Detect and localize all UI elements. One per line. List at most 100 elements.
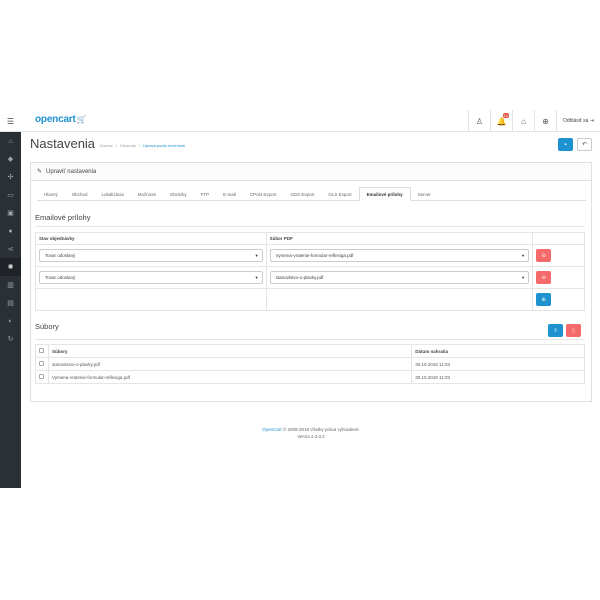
row-checkbox[interactable] <box>39 374 44 379</box>
select-all-checkbox[interactable] <box>39 348 44 353</box>
tab-store[interactable]: Obchod <box>65 187 95 201</box>
cart-icon[interactable]: ▣ <box>0 204 21 222</box>
shield-icon[interactable]: ◐ <box>0 312 21 330</box>
upload-date: 30.10.2018 11:03 <box>411 357 585 371</box>
table-row: ⊕ <box>35 288 585 311</box>
section-divider <box>35 226 585 227</box>
files-table: Súbory Dátum nahratia stanovlstvo-o-plav… <box>35 344 585 384</box>
tab-cpost-export[interactable]: CPost Export <box>243 187 284 201</box>
copyright-line: OpenCart © 2009-2018 Všetky práva vyhrad… <box>200 426 422 433</box>
breadcrumb-current[interactable]: Úprava podla Inventosti <box>143 143 185 148</box>
chevron-down-icon: ▼ <box>521 275 526 280</box>
tab-gls-export[interactable]: GLS Export <box>321 187 358 201</box>
page-footer: OpenCart © 2009-2018 Všetky práva vyhrad… <box>200 426 422 440</box>
tab-email[interactable]: E-mail <box>216 187 243 201</box>
sign-out-icon: ⇥ <box>589 118 595 124</box>
select-value: Tovar odoslaný <box>45 253 76 258</box>
credit-card-icon[interactable]: ▤ <box>0 294 21 312</box>
chevron-down-icon: ▼ <box>254 253 259 258</box>
select-value: Tovar odoslaný <box>45 275 76 280</box>
logo-text: opencart <box>35 114 76 125</box>
tab-general[interactable]: Hlavný <box>37 187 65 201</box>
user-icon[interactable]: ● <box>0 222 21 240</box>
chevron-down-icon: ▼ <box>254 275 259 280</box>
save-icon: ▪ <box>564 141 567 148</box>
notification-badge: 10 <box>502 113 509 118</box>
logout-label: Odhlásiť sa <box>562 118 589 124</box>
remove-row-button[interactable]: ⊖ <box>536 249 552 262</box>
table-row: Vymena-vratenie-formular-reflexiga.pdf 3… <box>35 370 585 384</box>
upload-button[interactable]: ⇪ <box>548 324 563 337</box>
home-icon[interactable]: ⌂ <box>512 110 534 132</box>
help-lifebuoy-icon[interactable]: ⊕ <box>534 110 556 132</box>
cart-logo-icon: 🛒 <box>76 115 87 124</box>
select-value: Vymena-vratenie-formular-reflexiga.pdf <box>275 253 354 258</box>
tag-icon[interactable]: ◆ <box>0 150 21 168</box>
add-row-button[interactable]: ⊕ <box>536 293 552 306</box>
back-button[interactable]: ↶ <box>577 138 592 151</box>
tab-ftp[interactable]: FTP <box>194 187 217 201</box>
col-actions <box>532 232 585 245</box>
puzzle-icon[interactable]: ✣ <box>0 168 21 186</box>
upload-date: 30.10.2018 11:03 <box>411 370 585 384</box>
select-value: stanovlstvo-o-plavky.pdf <box>275 275 324 280</box>
files-section-title: Súbory <box>35 322 59 331</box>
file-name: Vymena-vratenie-formular-reflexiga.pdf <box>47 370 413 384</box>
settings-tabs: Hlavný Obchod Lokalizácia Možnosti Obráz… <box>37 187 586 201</box>
header-toolbar: ♙ 🔔 10 ⌂ ⊕ Odhlásiť sa ⇥ <box>468 110 600 132</box>
opencart-link[interactable]: OpenCart <box>262 427 282 432</box>
save-button[interactable]: ▪ <box>558 138 573 151</box>
copyright-text: © 2009-2018 Všetky práva vyhradené. <box>282 427 360 432</box>
panel-heading-text: Upraviť nastavenia <box>46 168 97 175</box>
refresh-icon[interactable]: ↻ <box>0 330 21 348</box>
tab-options[interactable]: Možnosti <box>131 187 163 201</box>
reply-arrow-icon: ↶ <box>581 142 588 148</box>
attachments-section-title: Emailové prílohy <box>35 213 91 222</box>
table-row: Tovar odoslaný ▼ Vymena-vratenie-formular… <box>35 244 585 267</box>
tab-email-attachments[interactable]: Emailové prílohy <box>358 187 411 201</box>
upload-icon: ⇪ <box>553 327 558 334</box>
trash-icon: ▯ <box>572 327 575 334</box>
user-profile-icon[interactable]: ♙ <box>468 110 490 132</box>
opencart-logo[interactable]: opencart🛒 <box>35 114 87 125</box>
breadcrumb-separator: / <box>138 143 140 148</box>
page-title: Nastavenia <box>30 136 96 151</box>
attachments-table: Stav objednávky Súbor PDF Tovar odoslaný… <box>35 232 585 311</box>
pencil-icon: ✎ <box>37 169 43 175</box>
logout-button[interactable]: Odhlásiť sa ⇥ <box>556 110 600 132</box>
tab-server[interactable]: Server <box>411 187 438 201</box>
minus-circle-icon: ⊖ <box>541 274 546 281</box>
minus-circle-icon: ⊖ <box>541 252 546 259</box>
order-status-select[interactable]: Tovar odoslaný ▼ <box>39 271 263 284</box>
sidebar-nav: ⌂ ◆ ✣ ▭ ▣ ● ⋖ ✺ ▥ ▤ ◐ ↻ <box>0 132 21 488</box>
share-icon[interactable]: ⋖ <box>0 240 21 258</box>
breadcrumb-home[interactable]: Domov <box>100 143 113 148</box>
bar-chart-icon[interactable]: ▥ <box>0 276 21 294</box>
tab-images[interactable]: Obrázky <box>163 187 194 201</box>
col-file-name: Súbory <box>47 344 413 358</box>
delete-files-button[interactable]: ▯ <box>566 324 581 337</box>
col-pdf-file: Súbor PDF <box>265 232 534 245</box>
col-upload-date: Dátum nahratia <box>411 344 585 358</box>
dashboard-icon[interactable]: ⌂ <box>0 132 21 150</box>
breadcrumb-stores[interactable]: Obchody <box>120 143 136 148</box>
pdf-file-select[interactable]: Vymena-vratenie-formular-reflexiga.pdf ▼ <box>269 249 530 262</box>
chevron-down-icon: ▼ <box>521 253 526 258</box>
pdf-file-select[interactable]: stanovlstvo-o-plavky.pdf ▼ <box>269 271 530 284</box>
col-order-status: Stav objednávky <box>35 232 267 245</box>
table-row: stanovlstvo-o-plavky.pdf 30.10.2018 11:0… <box>35 357 585 371</box>
panel-heading: ✎ Upraviť nastavenia <box>31 163 591 181</box>
plus-circle-icon: ⊕ <box>541 296 546 303</box>
menu-toggle-icon[interactable]: ☰ <box>0 110 21 132</box>
tab-gds-export[interactable]: GDS Export <box>283 187 321 201</box>
cog-icon[interactable]: ✺ <box>0 258 21 276</box>
tab-localisation[interactable]: Lokalizácia <box>95 187 131 201</box>
desktop-icon[interactable]: ▭ <box>0 186 21 204</box>
order-status-select[interactable]: Tovar odoslaný ▼ <box>39 249 263 262</box>
notifications-bell-icon[interactable]: 🔔 10 <box>490 110 512 132</box>
section-divider <box>35 339 585 340</box>
version-text: Verzia 2.3.0.2 <box>297 434 325 439</box>
row-checkbox[interactable] <box>39 361 44 366</box>
table-row: Tovar odoslaný ▼ stanovlstvo-o-plavky.pdf… <box>35 266 585 289</box>
remove-row-button[interactable]: ⊖ <box>536 271 552 284</box>
